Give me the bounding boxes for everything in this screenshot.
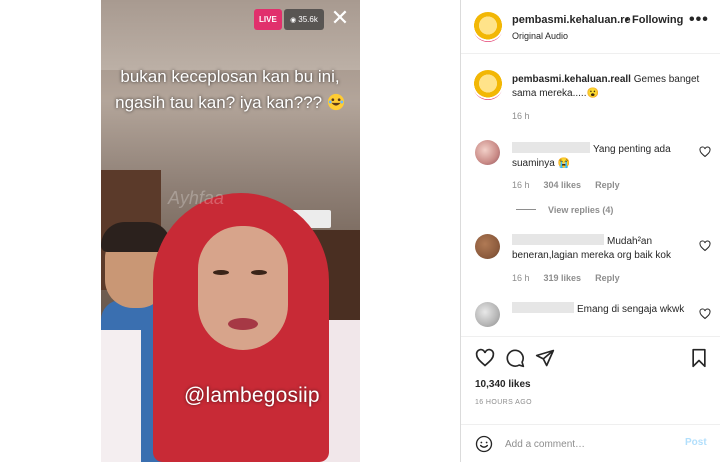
commenter-avatar[interactable] (475, 140, 500, 165)
side-panel: pembasmi.kehaluan.re • Following Origina… (460, 0, 720, 462)
like-comment-heart-icon[interactable] (699, 146, 711, 158)
commenter-avatar[interactable] (475, 302, 500, 327)
like-comment-heart-icon[interactable] (699, 240, 711, 252)
following-button[interactable]: Following (632, 14, 683, 26)
author-username[interactable]: pembasmi.kehaluan.re (512, 14, 631, 26)
caption-text: bukan keceplosan kan bu ini, ngasih tau … (115, 67, 340, 112)
add-comment-bar: Post (461, 424, 720, 462)
close-icon[interactable]: ✕ (330, 6, 350, 30)
likes-count[interactable]: 10,340 likes (475, 379, 531, 390)
caption-time: 16 h (512, 111, 530, 121)
emoji-smile-icon[interactable] (475, 435, 493, 453)
save-bookmark-icon[interactable] (689, 348, 709, 368)
view-replies-button[interactable]: View replies (4) (516, 205, 613, 215)
redacted-username (512, 234, 604, 245)
rofl-emoji-icon (327, 93, 344, 111)
redacted-username (512, 142, 590, 153)
comment-meta: 16 h 304 likes Reply (512, 180, 634, 190)
instagram-post-viewer: Ayhfaa LIVE ◉ 35.6k ✕ bukan keceplosan ka… (0, 0, 720, 462)
eye-icon: ◉ (290, 17, 297, 24)
faint-watermark: Ayhfaa (168, 188, 224, 208)
more-options-icon[interactable]: ••• (689, 12, 709, 28)
audio-label[interactable]: Original Audio (512, 31, 568, 41)
reply-button[interactable]: Reply (595, 273, 620, 283)
comment-input[interactable] (505, 434, 675, 454)
man-shirt-front (101, 330, 141, 462)
woman-right-eye (251, 270, 267, 275)
comment-time: 16 h (512, 180, 530, 190)
viewer-count-badge: ◉ 35.6k (284, 9, 324, 30)
comment-meta: 16 h 319 likes Reply (512, 273, 634, 283)
comment-item: Mudah²an beneran,lagian mereka org baik … (512, 234, 692, 263)
redacted-username (512, 302, 574, 313)
comment-time: 16 h (512, 273, 530, 283)
post-header: pembasmi.kehaluan.re • Following Origina… (461, 0, 720, 54)
live-badge: LIVE (254, 9, 282, 30)
view-replies-label: View replies (4) (548, 205, 614, 215)
post-age: 16 HOURS AGO (475, 399, 532, 406)
commenter-avatar[interactable] (475, 234, 500, 259)
replies-divider (516, 209, 536, 210)
video-caption: bukan keceplosan kan bu ini, ngasih tau … (113, 64, 347, 116)
comment-item: Yang penting ada suaminya 😭 (512, 142, 692, 171)
reply-button[interactable]: Reply (595, 180, 620, 190)
like-comment-heart-icon[interactable] (699, 308, 711, 320)
woman-mouth (228, 318, 258, 330)
comment-bubble-icon[interactable] (505, 348, 525, 368)
header-separator: • (625, 14, 629, 26)
caption-username[interactable]: pembasmi.kehaluan.reall (512, 74, 631, 85)
comment-likes[interactable]: 319 likes (544, 273, 582, 283)
caption-avatar[interactable] (473, 70, 503, 100)
woman-left-eye (213, 270, 229, 275)
post-comment-button[interactable]: Post (685, 437, 707, 448)
comment-text: Emang di sengaja wkwk (577, 304, 685, 315)
lambegosiip-watermark: @lambegosiip (184, 384, 320, 407)
comment-item: Emang di sengaja wkwk (512, 302, 692, 317)
comment-likes[interactable]: 304 likes (544, 180, 582, 190)
post-caption: pembasmi.kehaluan.reall Gemes banget sam… (512, 73, 712, 101)
woman-face (198, 226, 288, 350)
author-avatar[interactable] (473, 12, 503, 42)
share-paper-plane-icon[interactable] (535, 348, 555, 368)
like-heart-icon[interactable] (475, 348, 495, 368)
viewer-count: 35.6k (298, 15, 318, 24)
